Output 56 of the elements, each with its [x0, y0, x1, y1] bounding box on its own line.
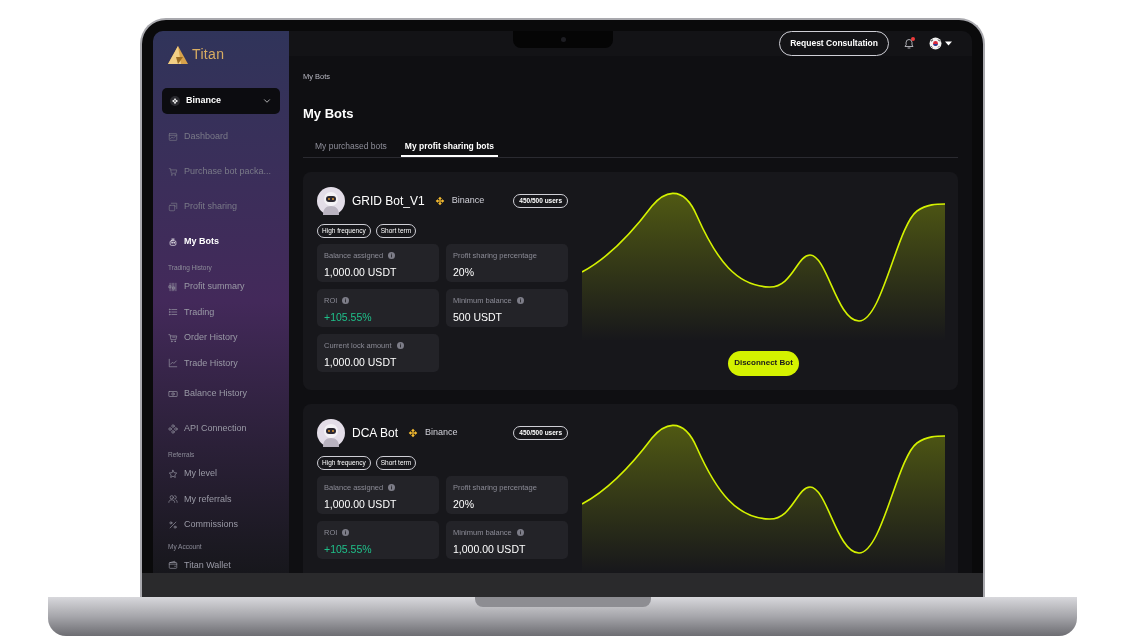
stat-value: 20%	[453, 497, 475, 512]
sidebar-item[interactable]: My Bots	[153, 224, 289, 259]
users-icon	[168, 494, 178, 505]
caret-icon	[945, 41, 952, 46]
copy-icon	[168, 201, 178, 212]
dashboard-icon	[168, 131, 178, 142]
stat-value: +105.55%	[324, 310, 373, 325]
logo-text: Titan	[192, 45, 225, 64]
line-chart-icon	[168, 358, 178, 369]
sidebar-item[interactable]: Balance History	[153, 376, 289, 411]
bot-avatar-icon	[317, 186, 345, 215]
bot-avatar-icon	[317, 418, 345, 447]
bot-name: GRID Bot_V1	[352, 192, 425, 210]
flag-icon	[929, 37, 942, 50]
robot-icon	[168, 236, 178, 247]
sidebar-item[interactable]: Order History	[153, 325, 289, 351]
banknote-icon	[168, 388, 178, 399]
sidebar-item[interactable]: Profit summary	[153, 274, 289, 300]
exchange-icon	[170, 96, 180, 106]
sidebar-item[interactable]: Trading	[153, 299, 289, 325]
stat-value: 1,000.00 USDT	[453, 542, 527, 557]
stat-value: 1,000.00 USDT	[324, 355, 398, 370]
notification-button[interactable]	[903, 37, 915, 50]
sidebar-item[interactable]: API Connection	[153, 411, 289, 446]
sidebar-item[interactable]: My referrals	[153, 486, 289, 512]
disconnect-button[interactable]: Disconnect Bot	[728, 350, 799, 376]
sidebar-item[interactable]: Titan Wallet	[153, 552, 289, 573]
logo-icon	[167, 44, 189, 65]
sidebar-item[interactable]: My level	[153, 461, 289, 487]
exchange-icon	[434, 195, 445, 206]
bell-icon	[903, 37, 915, 50]
network-icon	[168, 423, 178, 434]
stat-value: 20%	[453, 265, 475, 280]
list-icon	[168, 307, 178, 318]
exchange-name: Binance	[451, 194, 485, 207]
sliders-icon	[168, 281, 178, 292]
wallet-icon	[168, 560, 178, 571]
language-selector[interactable]	[929, 37, 952, 50]
cart-icon	[168, 332, 178, 343]
stat-value: +105.55%	[324, 542, 373, 557]
sidebar-item[interactable]: Trade History	[153, 350, 289, 376]
tab[interactable]: My purchased bots	[311, 138, 391, 157]
star-icon	[168, 468, 178, 479]
exchange-dropdown[interactable]: Binance	[162, 88, 280, 114]
tab[interactable]: My profit sharing bots	[400, 138, 499, 157]
percent-icon	[168, 519, 178, 530]
sidebar-item[interactable]: Commissions	[153, 512, 289, 538]
exchange-icon	[408, 427, 419, 438]
stat-value: 500 USDT	[453, 310, 504, 325]
chevron-down-icon	[262, 96, 272, 106]
bot-name: DCA Bot	[352, 424, 399, 442]
stat-value: 1,000.00 USDT	[324, 265, 398, 280]
cart-icon	[168, 166, 178, 177]
stat-value: 1,000.00 USDT	[324, 497, 398, 512]
exchange-name: Binance	[425, 426, 458, 439]
page-title: My Bots	[303, 105, 355, 124]
